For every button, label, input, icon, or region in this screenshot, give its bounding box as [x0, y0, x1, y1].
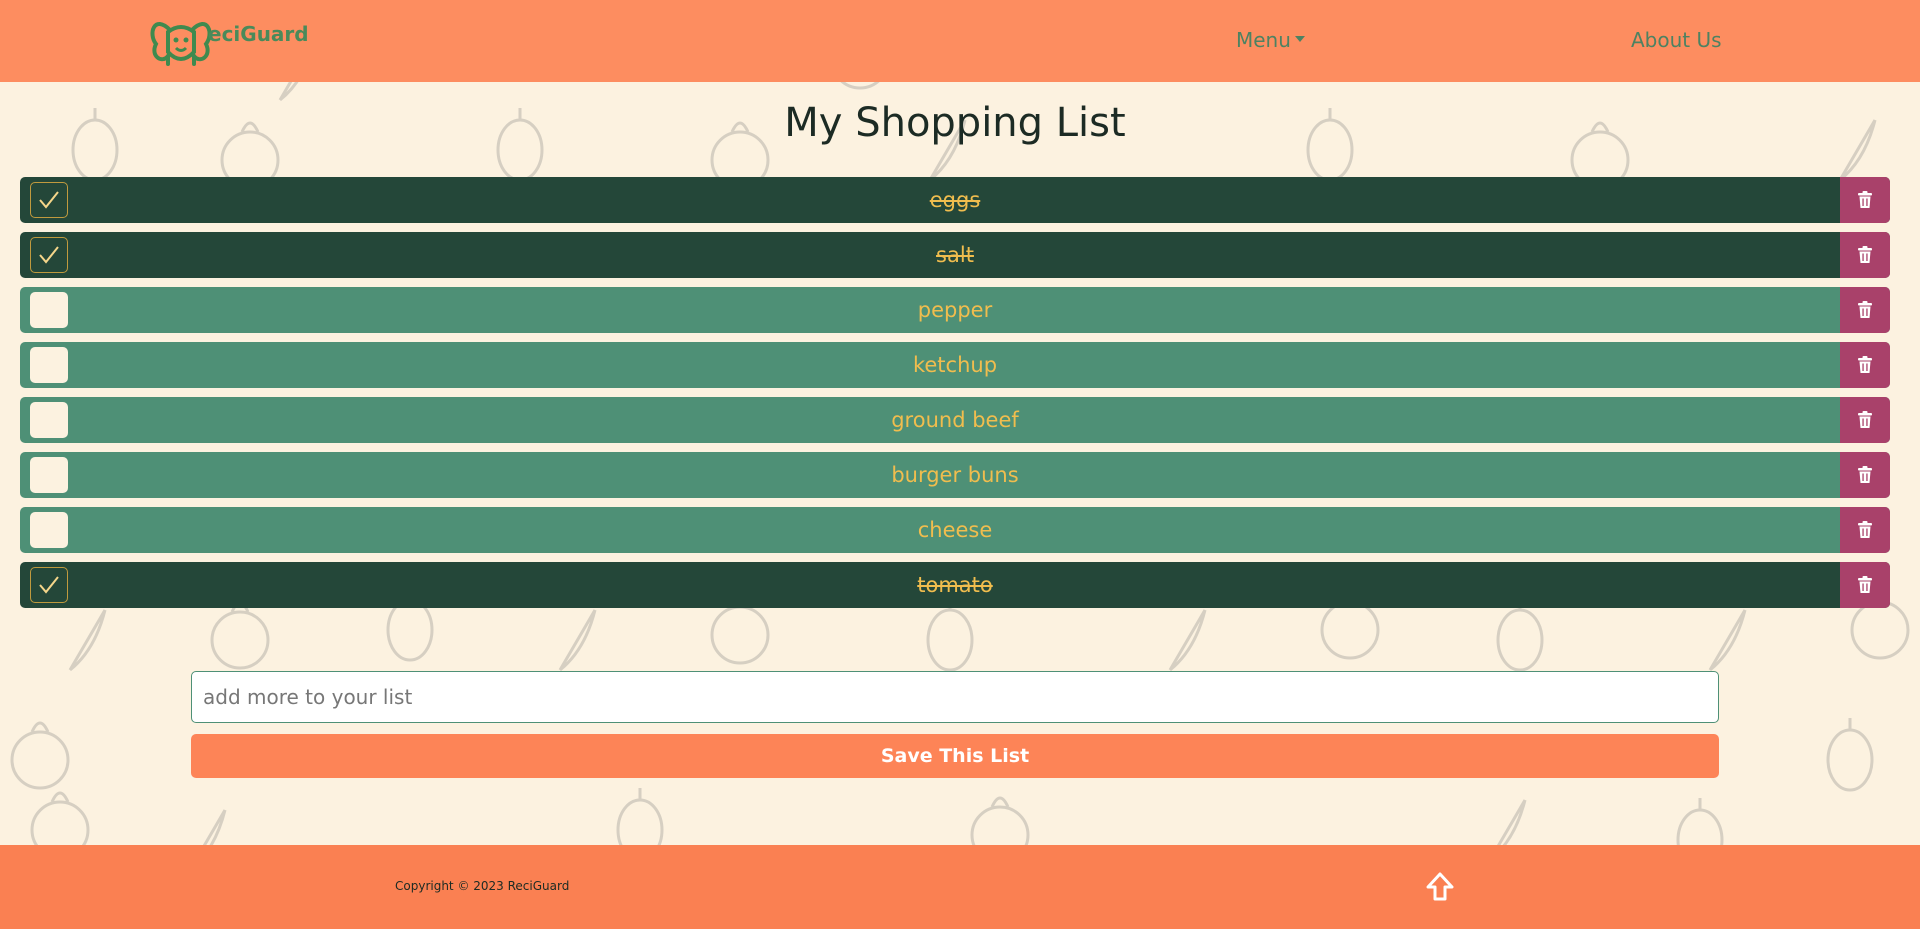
check-icon — [39, 576, 59, 594]
delete-item-button[interactable] — [1840, 507, 1890, 553]
list-item: ketchup — [20, 342, 1890, 388]
trash-icon — [1858, 191, 1872, 208]
trash-icon — [1858, 301, 1872, 318]
delete-item-button[interactable] — [1840, 397, 1890, 443]
item-checkbox[interactable] — [30, 402, 68, 438]
list-item: burger buns — [20, 452, 1890, 498]
brand-name: eciGuard — [208, 22, 309, 46]
check-icon — [39, 246, 59, 264]
item-checkbox[interactable] — [30, 237, 68, 273]
copyright-text: Copyright © 2023 ReciGuard — [395, 879, 570, 893]
top-navbar: eciGuard Menu About Us — [0, 0, 1920, 82]
delete-item-button[interactable] — [1840, 452, 1890, 498]
about-us-link[interactable]: About Us — [1631, 28, 1722, 52]
menu-label: Menu — [1236, 28, 1291, 52]
delete-item-button[interactable] — [1840, 287, 1890, 333]
trash-icon — [1858, 521, 1872, 538]
item-checkbox[interactable] — [30, 457, 68, 493]
save-list-button[interactable]: Save This List — [191, 734, 1719, 778]
add-item-input[interactable] — [191, 671, 1719, 723]
trash-icon — [1858, 411, 1872, 428]
item-label: ketchup — [912, 353, 998, 377]
item-label: tomato — [917, 573, 993, 597]
item-checkbox[interactable] — [30, 292, 68, 328]
delete-item-button[interactable] — [1840, 342, 1890, 388]
brand-logo[interactable]: eciGuard — [148, 12, 309, 68]
check-icon — [39, 191, 59, 209]
list-item: cheese — [20, 507, 1890, 553]
item-checkbox[interactable] — [30, 512, 68, 548]
caret-down-icon — [1294, 36, 1305, 42]
item-checkbox[interactable] — [30, 347, 68, 383]
item-label: eggs — [929, 188, 981, 212]
delete-item-button[interactable] — [1840, 177, 1890, 223]
list-item: salt — [20, 232, 1890, 278]
trash-icon — [1858, 576, 1872, 593]
trash-icon — [1858, 466, 1872, 483]
item-label: salt — [936, 243, 974, 267]
list-item: tomato — [20, 562, 1890, 608]
delete-item-button[interactable] — [1840, 232, 1890, 278]
item-label: ground beef — [891, 408, 1019, 432]
arrow-up-icon[interactable] — [1425, 871, 1455, 903]
list-item: ground beef — [20, 397, 1890, 443]
delete-item-button[interactable] — [1840, 562, 1890, 608]
footer: Copyright © 2023 ReciGuard — [0, 845, 1920, 929]
item-label: pepper — [917, 298, 993, 322]
item-checkbox[interactable] — [30, 567, 68, 603]
shopping-list: eggs salt pepper ketchup ground beef burger b… — [20, 177, 1890, 617]
list-item: eggs — [20, 177, 1890, 223]
item-label: cheese — [917, 518, 993, 542]
trash-icon — [1858, 356, 1872, 373]
menu-dropdown[interactable]: Menu — [1236, 28, 1305, 52]
list-item: pepper — [20, 287, 1890, 333]
trash-icon — [1858, 246, 1872, 263]
item-checkbox[interactable] — [30, 182, 68, 218]
logo-icon — [150, 22, 212, 66]
page-title: My Shopping List — [784, 100, 1126, 146]
item-label: burger buns — [891, 463, 1019, 487]
